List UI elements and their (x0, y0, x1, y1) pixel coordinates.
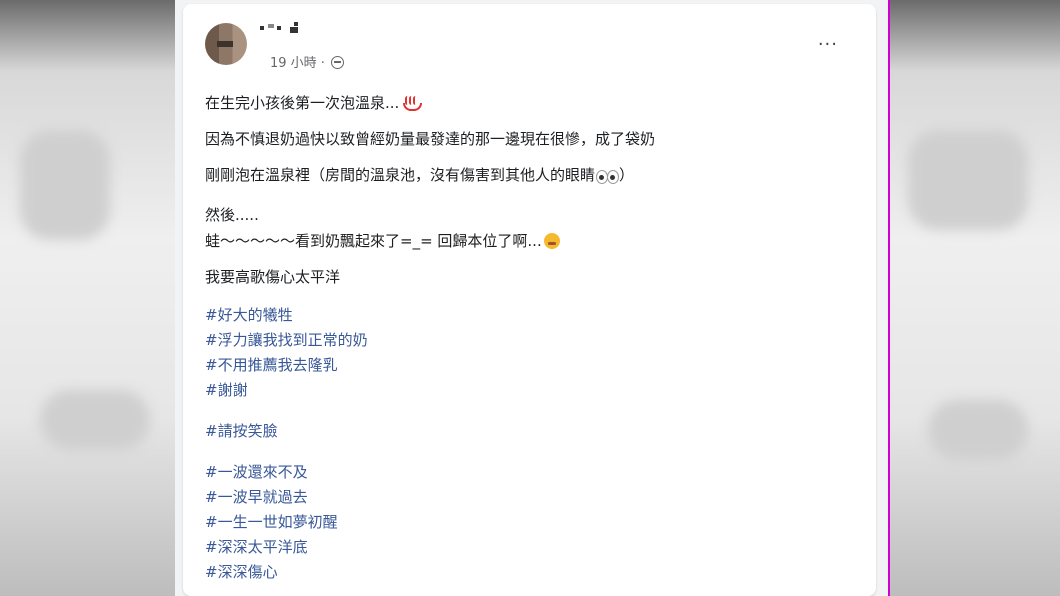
hashtag-link[interactable]: #請按笑臉 (205, 420, 278, 441)
hashtag-link[interactable]: #一生一世如夢初醒 (205, 511, 338, 532)
hashtag-link[interactable]: #不用推薦我去隆乳 (205, 354, 338, 375)
hashtag-link[interactable]: #好大的犧牲 (205, 304, 293, 325)
post-line-5-text: 蛙～～～～～看到奶飄起來了=_= 回歸本位了啊... (205, 232, 542, 250)
divider-line (888, 0, 890, 596)
author-name-pixelated[interactable] (260, 22, 320, 36)
hashtag-link[interactable]: #一波早就過去 (205, 486, 308, 507)
blurred-background-right (888, 0, 1060, 596)
hashtag-link[interactable]: #謝謝 (205, 379, 248, 400)
hashtag-link[interactable]: #深深太平洋底 (205, 536, 308, 557)
post-line-3-text: 剛剛泡在溫泉裡（房間的溫泉池，沒有傷害到其他人的眼睛 (205, 166, 596, 184)
timestamp-text[interactable]: 19 小時 · (270, 56, 325, 71)
blurred-background-left (0, 0, 175, 596)
post-line-6: 我要高歌傷心太平洋 (205, 268, 341, 286)
hashtag-link[interactable]: #一波還來不及 (205, 461, 308, 482)
hot-springs-emoji-icon (402, 95, 423, 111)
globe-icon (331, 56, 345, 69)
post-line-4: 然後..... (205, 206, 259, 224)
post-timestamp[interactable]: 19 小時 · (270, 52, 345, 71)
post-line-5: 蛙～～～～～看到奶飄起來了=_= 回歸本位了啊... (205, 230, 560, 251)
avatar[interactable] (205, 23, 247, 65)
hashtag-link[interactable]: #浮力讓我找到正常的奶 (205, 329, 368, 350)
post-line-1: 在生完小孩後第一次泡溫泉... (205, 92, 423, 113)
post-line-3: 剛剛泡在溫泉裡（房間的溫泉池，沒有傷害到其他人的眼睛 ） (205, 164, 634, 185)
post-line-2: 因為不慎退奶過快以致曾經奶量最發達的那一邊現在很慘，成了袋奶 (205, 130, 656, 148)
hashtag-link[interactable]: #深深傷心 (205, 561, 278, 582)
facebook-post-card: 19 小時 · ··· 在生完小孩後第一次泡溫泉... 因為不慎退奶過快以致曾經… (183, 4, 876, 596)
eyes-emoji-icon (595, 168, 620, 184)
more-options-icon[interactable]: ··· (818, 34, 838, 55)
post-line-3-suffix: ） (619, 166, 635, 184)
post-line-1-text: 在生完小孩後第一次泡溫泉... (205, 94, 400, 112)
weary-face-emoji-icon (543, 233, 560, 249)
